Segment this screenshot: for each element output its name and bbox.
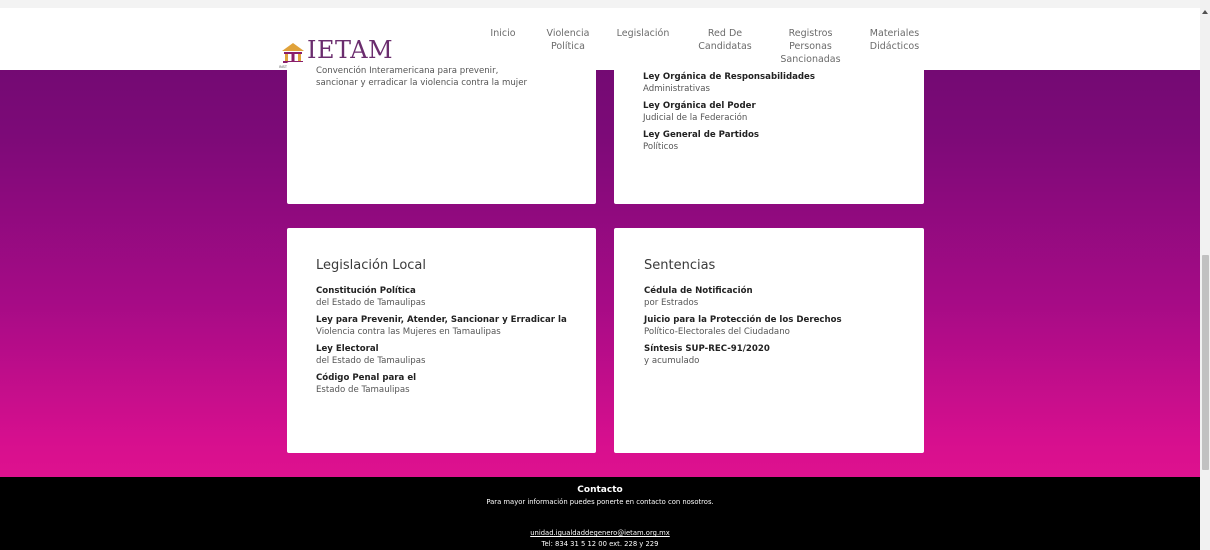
nav-registros-personas-sancionadas[interactable]: Registros Personas Sancionadas [773, 27, 848, 66]
card-legislacion-local: Legislación Local Constitución Política … [287, 228, 596, 453]
law-subtitle: del Estado de Tamaulipas [316, 356, 426, 366]
law-subtitle: Violencia contra las Mujeres en Tamaulip… [316, 327, 501, 337]
footer-title: Contacto [577, 485, 623, 495]
law-title: Ley Orgánica del Poder [643, 101, 756, 111]
convencion-link-line-2[interactable]: sancionar y erradicar la violencia contr… [316, 77, 527, 89]
law-title: Código Penal para el [316, 373, 417, 383]
law-subtitle: Estado de Tamaulipas [316, 385, 410, 395]
scrollbar-thumb[interactable] [1202, 255, 1209, 470]
card-title: Sentencias [644, 258, 716, 273]
page-background [0, 0, 1200, 550]
law-link[interactable]: Ley Orgánica del Poder Judicial de la Fe… [643, 100, 815, 124]
law-subtitle: del Estado de Tamaulipas [316, 298, 426, 308]
footer-phone: Tel: 834 31 5 12 00 ext. 228 y 229 [541, 540, 659, 548]
building-logo-icon [282, 43, 304, 63]
sentencia-link[interactable]: Cédula de Notificación por Estrados [644, 285, 919, 309]
sentencia-title: Síntesis SUP-REC-91/2020 [644, 344, 770, 354]
law-link[interactable]: Ley General de Partidos Políticos [643, 129, 815, 153]
sentencia-title: Cédula de Notificación [644, 286, 753, 296]
card-leyes-federales: Ley Orgánica de Responsabilidades Admini… [614, 62, 924, 204]
card-title: Legislación Local [316, 258, 427, 273]
nav-violencia-politica[interactable]: Violencia Política [538, 27, 598, 53]
law-subtitle: Judicial de la Federación [643, 113, 748, 123]
sentencia-title: Juicio para la Protección de los Derecho… [644, 315, 842, 325]
card-sentencias: Sentencias Cédula de Notificación por Es… [614, 228, 924, 453]
law-subtitle: Administrativas [643, 84, 711, 94]
law-title: Constitución Política [316, 286, 416, 296]
logo-text: IETAM [307, 36, 394, 64]
page-scrollbar[interactable] [1200, 0, 1210, 550]
nav-materiales-didacticos[interactable]: Materiales Didácticos [862, 27, 927, 53]
law-link[interactable]: Constitución Política del Estado de Tama… [316, 285, 591, 309]
law-link[interactable]: Ley para Prevenir, Atender, Sancionar y … [316, 314, 591, 338]
nav-red-de-candidatas[interactable]: Red De Candidatas [690, 27, 760, 53]
law-title: Ley Orgánica de Responsabilidades [643, 72, 815, 82]
nav-legislacion[interactable]: Legislación [612, 27, 674, 40]
scroll-up-arrow-icon[interactable] [1202, 10, 1208, 14]
sentencia-link[interactable]: Juicio para la Protección de los Derecho… [644, 314, 919, 338]
sentencia-link[interactable]: Síntesis SUP-REC-91/2020 y acumulado [644, 343, 919, 367]
footer-description: Para mayor información puedes ponerte en… [486, 498, 714, 506]
site-footer: Contacto Para mayor información puedes p… [0, 477, 1200, 550]
footer-email-link[interactable]: unidad.igualdaddegenero@ietam.org.mx [0, 529, 1200, 537]
law-title: Ley para Prevenir, Atender, Sancionar y … [316, 315, 567, 325]
card-convencion: Convención Interamericana para prevenir,… [287, 62, 596, 204]
sentencia-subtitle: por Estrados [644, 298, 699, 308]
convencion-link-line-1[interactable]: Convención Interamericana para prevenir, [316, 65, 527, 77]
law-link[interactable]: Código Penal para el Estado de Tamaulipa… [316, 372, 591, 396]
sentencia-subtitle: Político-Electorales del Ciudadano [644, 327, 790, 337]
sentencia-subtitle: y acumulado [644, 356, 700, 366]
law-link[interactable]: Ley Orgánica de Responsabilidades Admini… [643, 71, 815, 95]
law-link[interactable]: Ley Electoral del Estado de Tamaulipas [316, 343, 591, 367]
nav-inicio[interactable]: Inicio [483, 27, 523, 40]
law-title: Ley Electoral [316, 344, 379, 354]
site-header: IETAM INSTITUTO ELECTORAL DE TAMAULIPAS … [0, 0, 1200, 70]
law-subtitle: Políticos [643, 142, 679, 152]
law-title: Ley General de Partidos [643, 130, 760, 140]
